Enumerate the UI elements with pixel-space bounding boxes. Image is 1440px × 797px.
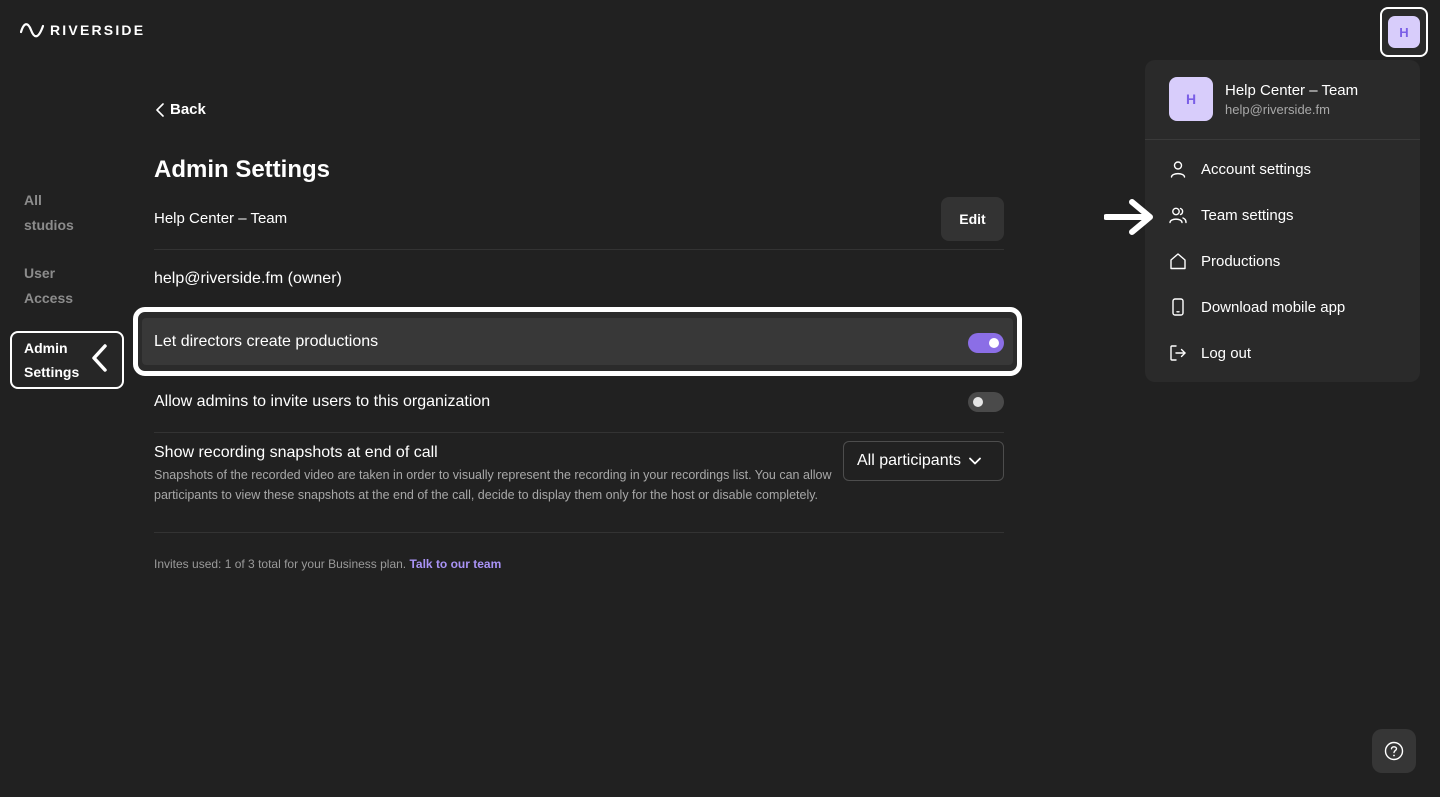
invites-text: Invites used: 1 of 3 total for your Busi… bbox=[154, 557, 407, 571]
chevron-left-icon bbox=[92, 344, 107, 372]
setting-label: Allow admins to invite users to this org… bbox=[154, 393, 491, 410]
talk-to-team-link[interactable]: Talk to our team bbox=[409, 557, 501, 571]
highlighted-setting-row: Let directors create productions bbox=[133, 307, 1022, 376]
sidebar-item-label: Admin bbox=[24, 340, 68, 356]
menu-item-log-out[interactable]: Log out bbox=[1169, 341, 1251, 365]
user-icon bbox=[1170, 161, 1186, 178]
sidebar-item-label-group: Admin Settings bbox=[24, 336, 94, 384]
menu-user-email: help@riverside.fm bbox=[1225, 102, 1330, 117]
toggle-knob bbox=[989, 338, 999, 348]
directors-productions-toggle[interactable] bbox=[968, 333, 1004, 353]
profile-dropdown-menu: H Help Center – Team help@riverside.fm A… bbox=[1145, 60, 1420, 382]
menu-item-label: Download mobile app bbox=[1201, 298, 1346, 316]
invites-note: Invites used: 1 of 3 total for your Busi… bbox=[154, 557, 501, 571]
menu-item-label: Team settings bbox=[1201, 206, 1294, 224]
phone-icon bbox=[1172, 298, 1184, 316]
menu-item-label: Account settings bbox=[1201, 160, 1312, 178]
menu-item-team-settings[interactable]: Team settings bbox=[1169, 203, 1294, 227]
divider bbox=[1145, 139, 1420, 140]
page-title: Admin Settings bbox=[154, 156, 331, 183]
sidebar-item-all-studios[interactable]: All studios bbox=[24, 188, 74, 238]
setting-label: Let directors create productions bbox=[154, 333, 379, 350]
avatar: H bbox=[1388, 16, 1420, 48]
home-icon bbox=[1170, 253, 1186, 270]
admins-invite-toggle[interactable] bbox=[968, 392, 1004, 412]
setting-row-directors: Let directors create productions bbox=[142, 318, 1013, 365]
question-icon bbox=[1384, 741, 1404, 761]
menu-item-label: Log out bbox=[1201, 344, 1252, 362]
sidebar-item-label: All bbox=[24, 192, 42, 208]
back-label: Back bbox=[170, 101, 206, 118]
team-icon bbox=[1169, 207, 1187, 224]
menu-item-label: Productions bbox=[1201, 252, 1281, 270]
divider bbox=[154, 249, 1004, 250]
back-link[interactable]: Back bbox=[156, 101, 206, 118]
sidebar-item-admin-settings[interactable]: Admin Settings bbox=[10, 331, 124, 389]
menu-item-download-mobile-app[interactable]: Download mobile app bbox=[1169, 295, 1345, 319]
team-name: Help Center – Team bbox=[154, 210, 288, 227]
logout-icon bbox=[1170, 345, 1186, 361]
snapshots-description: Snapshots of the recorded video are take… bbox=[154, 468, 832, 502]
owner-email: help@riverside.fm (owner) bbox=[154, 270, 342, 287]
divider bbox=[154, 432, 1004, 433]
menu-item-productions[interactable]: Productions bbox=[1169, 249, 1280, 273]
select-value: All participants bbox=[857, 452, 962, 469]
sidebar-item-label: studios bbox=[24, 217, 74, 233]
divider bbox=[154, 532, 1004, 533]
page: RIVERSIDE H All studios User Access Admi… bbox=[0, 0, 1440, 797]
sidebar-item-label: Access bbox=[24, 290, 74, 306]
sidebar-item-label: User bbox=[24, 265, 56, 281]
snapshots-title: Show recording snapshots at end of call bbox=[154, 444, 438, 461]
menu-item-account-settings[interactable]: Account settings bbox=[1169, 157, 1311, 181]
toggle-knob bbox=[973, 397, 983, 407]
help-button[interactable] bbox=[1372, 729, 1416, 773]
sidebar-item-user-access[interactable]: User Access bbox=[24, 261, 73, 311]
edit-button[interactable]: Edit bbox=[941, 197, 1004, 241]
snapshots-select[interactable]: All participants bbox=[843, 441, 1004, 481]
chevron-down-icon bbox=[969, 457, 981, 465]
chevron-left-icon bbox=[156, 102, 164, 117]
profile-menu-button[interactable]: H bbox=[1380, 7, 1428, 57]
avatar: H bbox=[1169, 77, 1213, 121]
waveform-logo-icon bbox=[20, 23, 44, 38]
logo-text: RIVERSIDE bbox=[50, 22, 146, 38]
arrow-right-icon bbox=[1104, 199, 1153, 235]
riverside-logo[interactable]: RIVERSIDE bbox=[20, 20, 145, 40]
sidebar-item-label: Settings bbox=[24, 364, 80, 380]
menu-user-name: Help Center – Team bbox=[1225, 82, 1359, 99]
